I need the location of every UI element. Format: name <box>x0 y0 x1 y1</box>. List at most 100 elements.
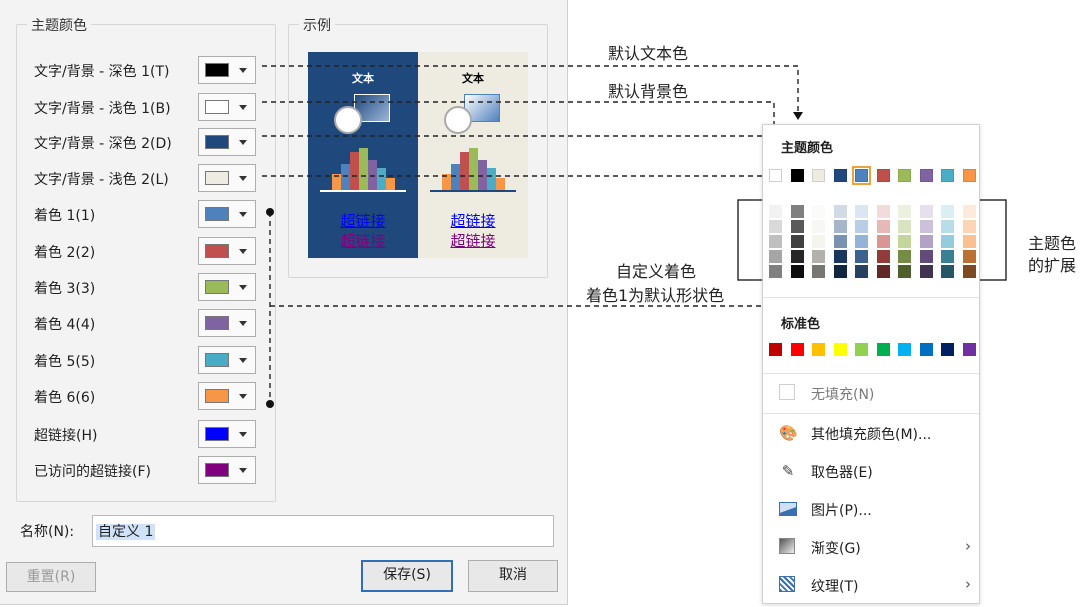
standard-color-swatch[interactable] <box>962 343 976 356</box>
menu-separator <box>763 373 979 374</box>
theme-tint-swatch[interactable] <box>833 205 847 218</box>
theme-tint-swatch[interactable] <box>876 220 890 233</box>
theme-tint-swatch[interactable] <box>962 250 976 263</box>
theme-tint-swatch[interactable] <box>855 220 868 233</box>
theme-tint-swatch[interactable] <box>833 265 847 278</box>
standard-color-swatch[interactable] <box>769 343 782 356</box>
theme-tint-swatch[interactable] <box>769 250 782 263</box>
theme-name-input[interactable]: 自定义 1 <box>92 515 554 547</box>
theme-tint-swatch[interactable] <box>919 220 933 233</box>
color-picker-dropdown[interactable] <box>198 56 256 84</box>
theme-tint-swatch[interactable] <box>898 265 911 278</box>
color-picker-dropdown[interactable] <box>198 93 256 121</box>
theme-color-swatch[interactable] <box>876 169 890 182</box>
standard-color-swatch[interactable] <box>898 343 911 356</box>
theme-tint-swatch[interactable] <box>812 235 825 248</box>
theme-tint-swatch[interactable] <box>941 265 954 278</box>
theme-tint-swatch[interactable] <box>790 235 804 248</box>
theme-tint-swatch[interactable] <box>876 235 890 248</box>
reset-button[interactable]: 重置(R) <box>6 562 96 592</box>
theme-tint-swatch[interactable] <box>962 235 976 248</box>
theme-tint-swatch[interactable] <box>833 235 847 248</box>
theme-tint-swatch[interactable] <box>812 265 825 278</box>
theme-tint-swatch[interactable] <box>898 250 911 263</box>
color-picker-dropdown[interactable] <box>198 164 256 192</box>
theme-tint-swatch[interactable] <box>919 250 933 263</box>
no-fill-item[interactable]: 无填充(N) <box>763 375 979 411</box>
theme-tint-swatch[interactable] <box>962 265 976 278</box>
color-picker-dropdown[interactable] <box>198 237 256 265</box>
color-picker-dropdown[interactable] <box>198 128 256 156</box>
theme-tint-swatch[interactable] <box>941 220 954 233</box>
color-picker-dropdown[interactable] <box>198 420 256 448</box>
theme-color-swatch[interactable] <box>919 169 933 182</box>
theme-tint-swatch[interactable] <box>876 250 890 263</box>
standard-color-swatch[interactable] <box>876 343 890 356</box>
theme-tint-swatch[interactable] <box>812 250 825 263</box>
color-swatch <box>205 353 229 367</box>
theme-color-swatch[interactable] <box>898 169 911 182</box>
standard-color-swatch[interactable] <box>855 343 868 356</box>
theme-color-swatch[interactable] <box>769 169 782 182</box>
save-button[interactable]: 保存(S) <box>361 560 453 592</box>
theme-tint-swatch[interactable] <box>919 265 933 278</box>
theme-tint-swatch[interactable] <box>769 205 782 218</box>
eyedropper-item[interactable]: ✎ 取色器(E) <box>763 453 979 489</box>
color-picker-dropdown[interactable] <box>198 309 256 337</box>
theme-tint-swatch[interactable] <box>962 220 976 233</box>
theme-tint-swatch[interactable] <box>941 250 954 263</box>
theme-color-swatch[interactable] <box>962 169 976 182</box>
theme-tint-swatch[interactable] <box>812 220 825 233</box>
eyedropper-label: 取色器(E) <box>811 465 873 481</box>
texture-item[interactable]: 纹理(T) › <box>763 567 979 603</box>
theme-tint-swatch[interactable] <box>833 220 847 233</box>
standard-color-swatch[interactable] <box>812 343 825 356</box>
theme-color-swatch[interactable] <box>852 166 871 185</box>
color-picker-dropdown[interactable] <box>198 456 256 484</box>
theme-tint-swatch[interactable] <box>876 265 890 278</box>
theme-tint-swatch[interactable] <box>919 235 933 248</box>
gradient-item[interactable]: 渐变(G) › <box>763 529 979 565</box>
preview-bar <box>451 164 460 190</box>
color-picker-dropdown[interactable] <box>198 200 256 228</box>
theme-tint-swatch[interactable] <box>769 265 782 278</box>
color-picker-dropdown[interactable] <box>198 382 256 410</box>
theme-tint-swatch[interactable] <box>812 205 825 218</box>
color-picker-dropdown[interactable] <box>198 346 256 374</box>
theme-tint-swatch[interactable] <box>790 250 804 263</box>
theme-color-swatch[interactable] <box>941 169 954 182</box>
preview-bar <box>469 148 478 190</box>
theme-tint-swatch[interactable] <box>919 205 933 218</box>
picture-item[interactable]: 图片(P)... <box>763 491 979 527</box>
theme-tint-swatch[interactable] <box>855 205 868 218</box>
theme-color-swatch[interactable] <box>790 169 804 182</box>
standard-color-swatch[interactable] <box>790 343 804 356</box>
theme-tint-swatch[interactable] <box>790 265 804 278</box>
theme-tint-swatch[interactable] <box>941 235 954 248</box>
theme-color-swatch[interactable] <box>833 169 847 182</box>
theme-tint-swatch[interactable] <box>769 220 782 233</box>
color-picker-dropdown[interactable] <box>198 273 256 301</box>
theme-tint-swatch[interactable] <box>898 205 911 218</box>
theme-tint-swatch[interactable] <box>876 205 890 218</box>
chevron-down-icon <box>239 321 247 326</box>
preview-bar <box>332 174 341 190</box>
theme-tint-swatch[interactable] <box>898 220 911 233</box>
theme-tint-swatch[interactable] <box>790 220 804 233</box>
standard-color-swatch[interactable] <box>919 343 933 356</box>
color-swatch <box>205 63 229 77</box>
theme-color-swatch[interactable] <box>812 169 825 182</box>
theme-tint-swatch[interactable] <box>769 235 782 248</box>
theme-tint-swatch[interactable] <box>898 235 911 248</box>
more-fill-colors-item[interactable]: 🎨 其他填充颜色(M)... <box>763 415 979 451</box>
theme-tint-swatch[interactable] <box>790 205 804 218</box>
theme-tint-swatch[interactable] <box>833 250 847 263</box>
standard-color-swatch[interactable] <box>833 343 847 356</box>
theme-tint-swatch[interactable] <box>941 205 954 218</box>
theme-tint-swatch[interactable] <box>855 235 868 248</box>
theme-tint-swatch[interactable] <box>962 205 976 218</box>
theme-tint-swatch[interactable] <box>855 265 868 278</box>
cancel-button[interactable]: 取消 <box>468 560 558 592</box>
theme-tint-swatch[interactable] <box>855 250 868 263</box>
standard-color-swatch[interactable] <box>941 343 954 356</box>
